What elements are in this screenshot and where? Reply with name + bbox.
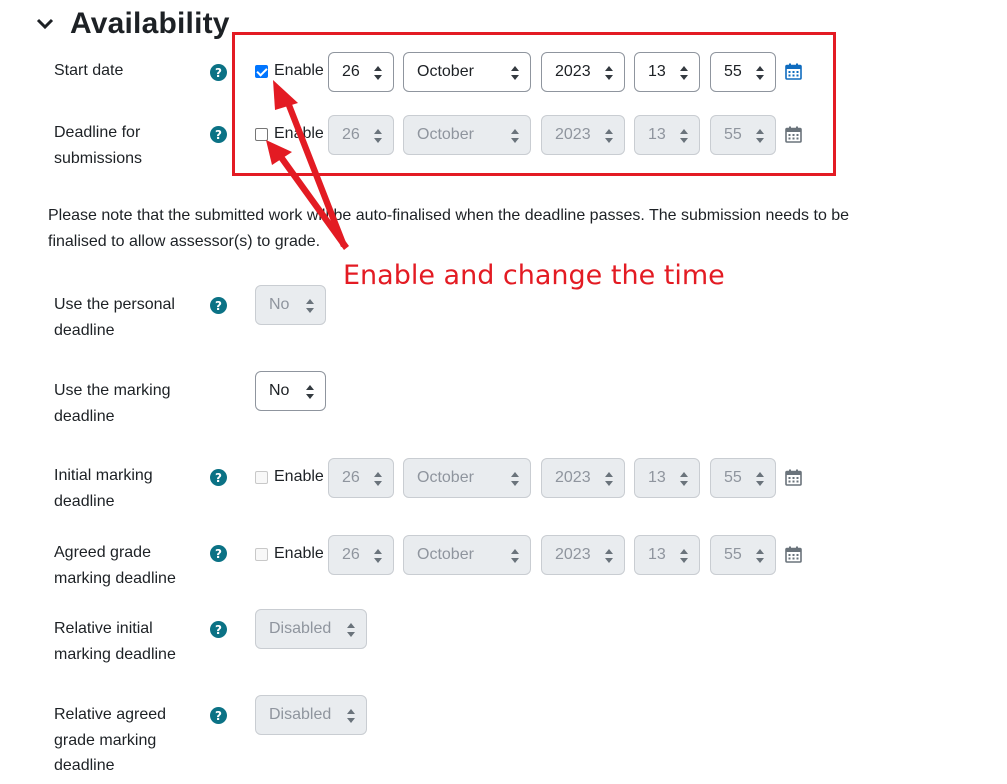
relative-initial-select[interactable]: Disabled — [255, 609, 367, 649]
relative-agreed-label: Relative agreed grade marking deadline — [54, 706, 167, 774]
agreed-marking-enable-label: Enable — [274, 545, 324, 562]
agreed-marking-month-select[interactable]: October — [403, 535, 531, 575]
personal-deadline-value: No — [269, 296, 290, 313]
agreed-marking-minute-select[interactable]: 55 — [710, 535, 776, 575]
initial-marking-help-icon[interactable]: ? — [210, 469, 227, 486]
agreed-marking-minute-value: 55 — [724, 546, 742, 563]
initial-marking-day-value: 26 — [342, 469, 360, 486]
initial-marking-enable-label: Enable — [274, 468, 324, 485]
initial-marking-hour-value: 13 — [648, 469, 666, 486]
section-header-availability[interactable]: Availability — [34, 4, 230, 44]
agreed-marking-enable-checkbox[interactable] — [255, 548, 268, 561]
personal-deadline-select[interactable]: No — [255, 285, 326, 325]
annotation-highlight-box — [232, 32, 836, 176]
agreed-marking-day-select[interactable]: 26 — [328, 535, 394, 575]
marking-deadline-select[interactable]: No — [255, 371, 326, 411]
deadline-label: Deadline for submissions — [54, 124, 143, 167]
relative-initial-label: Relative initial marking deadline — [54, 620, 176, 663]
initial-marking-enable-checkbox[interactable] — [255, 471, 268, 484]
initial-marking-month-select[interactable]: October — [403, 458, 531, 498]
relative-agreed-help-icon[interactable]: ? — [210, 707, 227, 724]
initial-marking-month-value: October — [417, 469, 474, 486]
marking-deadline-label: Use the marking deadline — [54, 382, 171, 425]
agreed-marking-day-value: 26 — [342, 546, 360, 563]
start-date-help-icon[interactable]: ? — [210, 64, 227, 81]
initial-marking-year-value: 2023 — [555, 469, 591, 486]
deadline-help-icon[interactable]: ? — [210, 126, 227, 143]
initial-marking-year-select[interactable]: 2023 — [541, 458, 625, 498]
agreed-marking-hour-value: 13 — [648, 546, 666, 563]
calendar-icon[interactable] — [785, 469, 802, 486]
personal-deadline-help-icon[interactable]: ? — [210, 297, 227, 314]
relative-agreed-select[interactable]: Disabled — [255, 695, 367, 735]
agreed-marking-year-value: 2023 — [555, 546, 591, 563]
calendar-icon[interactable] — [785, 546, 802, 563]
personal-deadline-label: Use the personal deadline — [54, 296, 175, 339]
relative-initial-value: Disabled — [269, 620, 332, 637]
agreed-marking-hour-select[interactable]: 13 — [634, 535, 700, 575]
initial-marking-minute-value: 55 — [724, 469, 742, 486]
relative-initial-help-icon[interactable]: ? — [210, 621, 227, 638]
agreed-marking-deadline-label: Agreed grade marking deadline — [54, 544, 176, 587]
chevron-down-icon — [36, 18, 54, 30]
agreed-marking-year-select[interactable]: 2023 — [541, 535, 625, 575]
agreed-marking-month-value: October — [417, 546, 474, 563]
initial-marking-day-select[interactable]: 26 — [328, 458, 394, 498]
section-title: Availability — [70, 7, 230, 40]
marking-deadline-value: No — [269, 382, 290, 399]
initial-marking-hour-select[interactable]: 13 — [634, 458, 700, 498]
agreed-marking-help-icon[interactable]: ? — [210, 545, 227, 562]
annotation-text: Enable and change the time — [343, 260, 725, 291]
initial-marking-minute-select[interactable]: 55 — [710, 458, 776, 498]
relative-agreed-value: Disabled — [269, 706, 332, 723]
finalisation-note: Please note that the submitted work will… — [48, 207, 850, 250]
initial-marking-deadline-label: Initial marking deadline — [54, 467, 153, 510]
start-date-label: Start date — [54, 62, 124, 79]
